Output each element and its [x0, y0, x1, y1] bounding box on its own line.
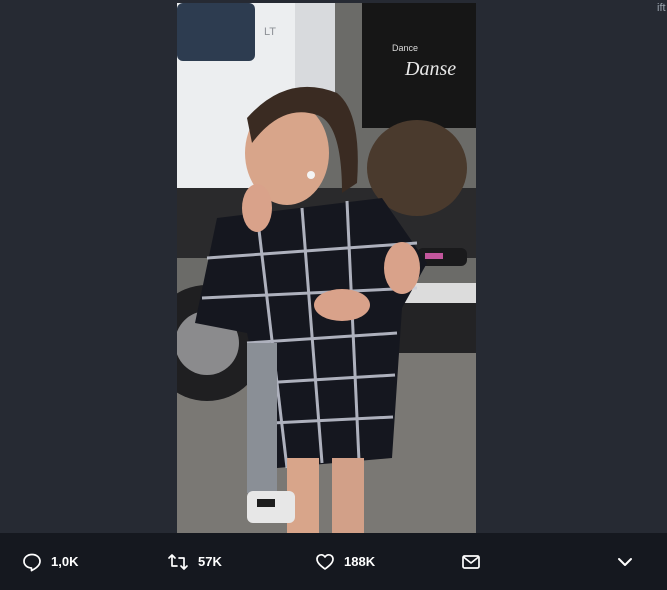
like-button[interactable]: 188K — [315, 533, 375, 590]
heart-icon — [315, 552, 335, 572]
retweet-count: 57K — [198, 554, 222, 569]
svg-text:Dance: Dance — [392, 43, 418, 53]
reply-icon — [22, 552, 42, 572]
direct-message-button[interactable] — [461, 533, 481, 590]
chevron-down-icon — [615, 552, 635, 572]
svg-text:Danse: Danse — [404, 58, 456, 80]
tweet-action-bar: 1,0K 57K 188K — [0, 533, 667, 590]
clipped-edge-text: ift — [657, 2, 666, 14]
car-window — [177, 3, 255, 61]
retweet-icon — [167, 552, 189, 572]
reply-count: 1,0K — [51, 554, 79, 569]
retweet-button[interactable]: 57K — [167, 533, 222, 590]
car-badge: LT — [264, 26, 276, 38]
envelope-icon — [461, 552, 481, 572]
tweet-photo[interactable]: LT Dance Danse — [177, 3, 476, 533]
reply-button[interactable]: 1,0K — [22, 533, 78, 590]
boy-hand — [314, 289, 370, 321]
more-options-button[interactable] — [615, 533, 635, 590]
like-count: 188K — [344, 554, 376, 569]
boy-jeans — [247, 343, 277, 493]
media-viewer: ift LT Dance Danse — [0, 0, 667, 533]
girl-hand — [242, 184, 272, 232]
